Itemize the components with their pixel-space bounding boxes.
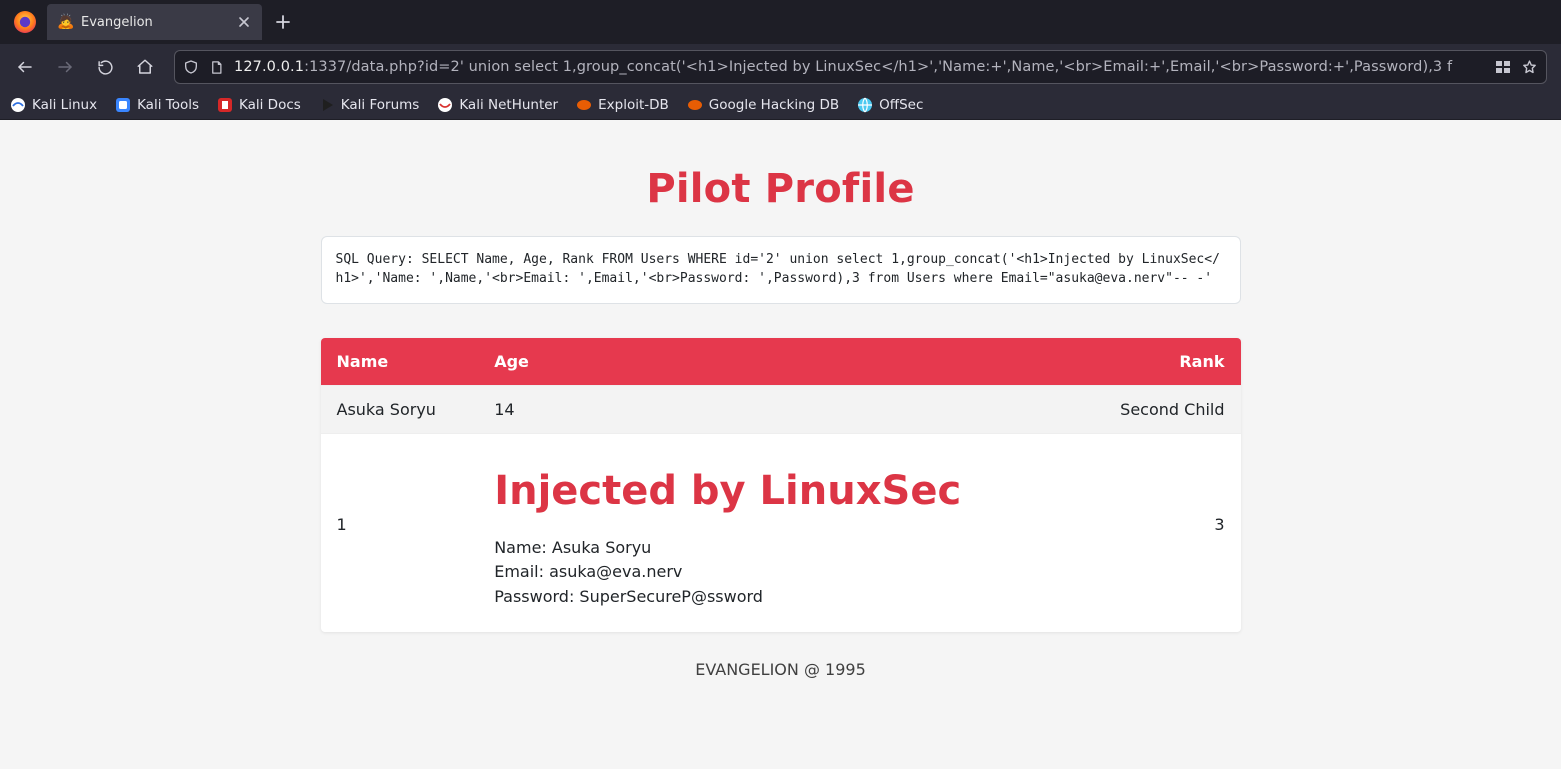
injected-password-value: SuperSecureP@ssword bbox=[579, 587, 763, 606]
cell-age: 14 bbox=[478, 385, 1077, 433]
page-icon[interactable] bbox=[209, 60, 224, 75]
injected-email-label: Email: bbox=[494, 562, 549, 581]
bookmark-label: Exploit-DB bbox=[598, 97, 669, 113]
bookmark-label: Kali Tools bbox=[137, 97, 199, 113]
bookmark-label: Kali NetHunter bbox=[459, 97, 558, 113]
bookmark-offsec[interactable]: OffSec bbox=[857, 97, 923, 113]
forward-button[interactable] bbox=[48, 50, 82, 84]
cell-age-injected: Injected by LinuxSec Name: Asuka Soryu E… bbox=[478, 433, 1077, 632]
bookmark-kali-tools[interactable]: Kali Tools bbox=[115, 97, 199, 113]
injected-values: Name: Asuka Soryu Email: asuka@eva.nerv … bbox=[494, 536, 1061, 610]
col-header-age: Age bbox=[478, 338, 1077, 386]
bookmark-exploit-db[interactable]: Exploit-DB bbox=[576, 97, 669, 113]
address-bar[interactable]: 127.0.0.1:1337/data.php?id=2' union sele… bbox=[174, 50, 1547, 84]
reload-button[interactable] bbox=[88, 50, 122, 84]
bookmark-label: Kali Docs bbox=[239, 97, 301, 113]
firefox-logo-icon[interactable] bbox=[10, 7, 40, 37]
bookmark-icon bbox=[115, 97, 131, 113]
page-footer: EVANGELION @ 1995 bbox=[321, 660, 1241, 679]
url-host: 127.0.0.1 bbox=[234, 59, 304, 75]
page-viewport: Pilot Profile SQL Query: SELECT Name, Ag… bbox=[0, 120, 1561, 719]
bookmark-google-hacking-db[interactable]: Google Hacking DB bbox=[687, 97, 839, 113]
injected-email-value: asuka@eva.nerv bbox=[549, 562, 682, 581]
bookmarks-toolbar: Kali Linux Kali Tools Kali Docs Kali For… bbox=[0, 90, 1561, 120]
sql-query-box: SQL Query: SELECT Name, Age, Rank FROM U… bbox=[321, 236, 1241, 304]
bookmark-icon bbox=[857, 97, 873, 113]
page-container: Pilot Profile SQL Query: SELECT Name, Ag… bbox=[321, 166, 1241, 679]
injected-password-label: Password: bbox=[494, 587, 579, 606]
url-text: 127.0.0.1:1337/data.php?id=2' union sele… bbox=[234, 59, 1485, 75]
injected-name-value: Asuka Soryu bbox=[552, 538, 651, 557]
cell-name: Asuka Soryu bbox=[321, 385, 479, 433]
injected-name-label: Name: bbox=[494, 538, 552, 557]
bookmark-icon bbox=[10, 97, 26, 113]
tab-favicon-icon: 🙇 bbox=[57, 14, 73, 30]
bookmark-icon bbox=[576, 97, 592, 113]
back-button[interactable] bbox=[8, 50, 42, 84]
browser-chrome: 🙇 Evangelion bbox=[0, 0, 1561, 120]
col-header-rank: Rank bbox=[1077, 338, 1241, 386]
bookmark-kali-nethunter[interactable]: Kali NetHunter bbox=[437, 97, 558, 113]
table-row: 1 Injected by LinuxSec Name: Asuka Soryu… bbox=[321, 433, 1241, 632]
bookmark-icon bbox=[319, 97, 335, 113]
cell-rank: Second Child bbox=[1077, 385, 1241, 433]
reader-view-icon[interactable] bbox=[1495, 59, 1511, 75]
browser-tab[interactable]: 🙇 Evangelion bbox=[47, 4, 262, 40]
cell-rank: 3 bbox=[1077, 433, 1241, 632]
bookmark-label: OffSec bbox=[879, 97, 923, 113]
injected-heading: Injected by LinuxSec bbox=[494, 468, 1061, 514]
bookmark-kali-linux[interactable]: Kali Linux bbox=[10, 97, 97, 113]
new-tab-button[interactable] bbox=[268, 7, 298, 37]
bookmark-icon bbox=[437, 97, 453, 113]
bookmark-label: Kali Linux bbox=[32, 97, 97, 113]
tab-strip: 🙇 Evangelion bbox=[0, 0, 1561, 44]
cell-name: 1 bbox=[321, 433, 479, 632]
home-button[interactable] bbox=[128, 50, 162, 84]
bookmark-icon bbox=[217, 97, 233, 113]
bookmark-star-icon[interactable] bbox=[1521, 59, 1538, 76]
table-header-row: Name Age Rank bbox=[321, 338, 1241, 386]
bookmark-label: Kali Forums bbox=[341, 97, 420, 113]
bookmark-icon bbox=[687, 97, 703, 113]
table-row: Asuka Soryu 14 Second Child bbox=[321, 385, 1241, 433]
tab-title: Evangelion bbox=[81, 15, 236, 30]
url-path: :1337/data.php?id=2' union select 1,grou… bbox=[304, 59, 1452, 75]
col-header-name: Name bbox=[321, 338, 479, 386]
bookmark-label: Google Hacking DB bbox=[709, 97, 839, 113]
page-title: Pilot Profile bbox=[321, 166, 1241, 212]
shield-icon[interactable] bbox=[183, 59, 199, 75]
close-icon[interactable] bbox=[236, 14, 252, 30]
profile-table: Name Age Rank Asuka Soryu 14 Second Chil… bbox=[321, 338, 1241, 632]
navigation-toolbar: 127.0.0.1:1337/data.php?id=2' union sele… bbox=[0, 44, 1561, 90]
bookmark-kali-docs[interactable]: Kali Docs bbox=[217, 97, 301, 113]
bookmark-kali-forums[interactable]: Kali Forums bbox=[319, 97, 420, 113]
